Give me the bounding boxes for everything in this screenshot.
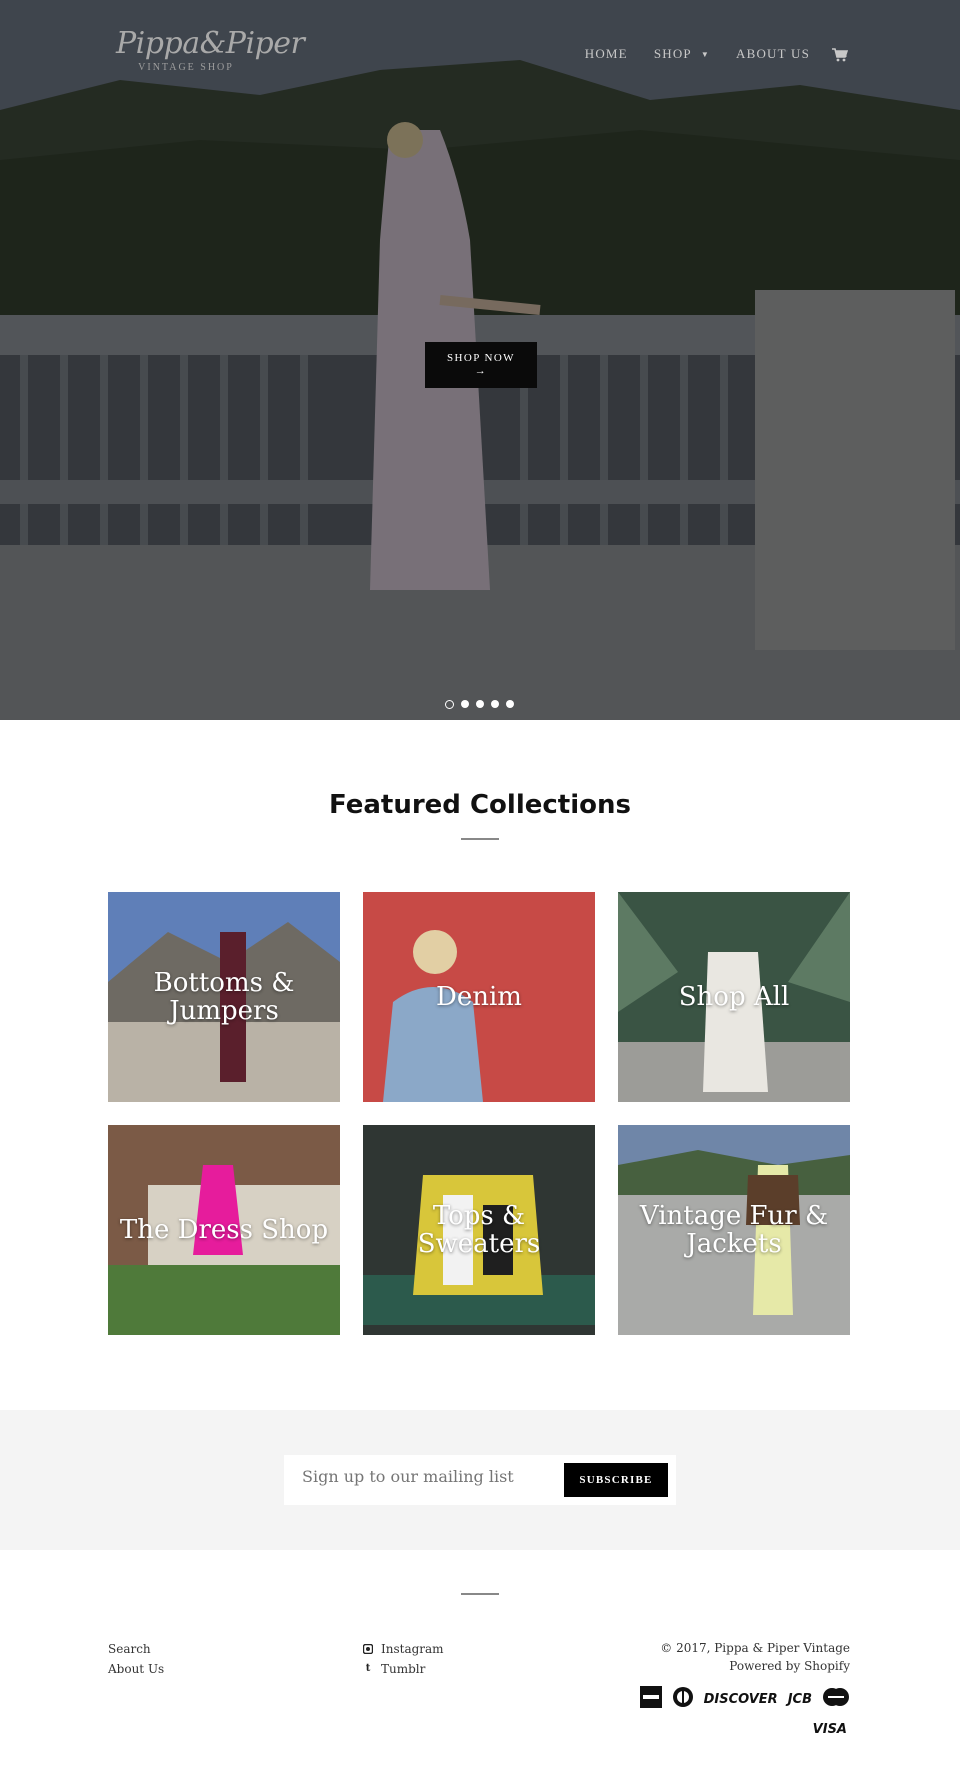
jcb-icon: JCB xyxy=(787,1691,812,1707)
caret-down-icon: ▼ xyxy=(700,49,710,59)
collection-label: Vintage Fur & Jackets xyxy=(639,1201,829,1259)
main-nav: HOME SHOP ▼ ABOUT US xyxy=(559,46,849,62)
slide-dot-2[interactable] xyxy=(461,700,469,708)
mastercard-icon xyxy=(822,1687,850,1711)
cart-icon[interactable] xyxy=(832,47,849,62)
instagram-label: Instagram xyxy=(381,1642,444,1656)
nav-home-label: HOME xyxy=(584,46,628,61)
amex-icon xyxy=(639,1686,662,1712)
footer-link-search[interactable]: Search xyxy=(108,1639,164,1659)
logo-wordmark: Pippa&Piper xyxy=(116,26,305,61)
logo-tagline: VINTAGE SHOP xyxy=(138,62,234,73)
collection-label: The Dress Shop xyxy=(119,1215,329,1245)
footer-link-about-us[interactable]: About Us xyxy=(108,1659,164,1679)
collection-label: Tops & Sweaters xyxy=(417,1201,541,1259)
nav-shop-label: SHOP xyxy=(653,46,692,61)
subscribe-button[interactable]: SUBSCRIBE xyxy=(564,1463,668,1497)
copyright-text: © 2017, Pippa & Piper Vintage xyxy=(660,1641,850,1655)
diners-club-icon xyxy=(672,1686,694,1712)
collection-label: Shop All xyxy=(678,982,790,1012)
powered-by-link[interactable]: Powered by Shopify xyxy=(660,1657,850,1675)
collection-bottoms-jumpers[interactable]: Bottoms & Jumpers xyxy=(108,892,340,1102)
site-logo[interactable]: Pippa&Piper VINTAGE SHOP xyxy=(116,26,305,73)
footer-divider xyxy=(461,1593,499,1595)
hero-banner: Pippa&Piper VINTAGE SHOP HOME SHOP ▼ ABOU… xyxy=(0,0,960,720)
instagram-icon xyxy=(362,1643,374,1655)
social-instagram[interactable]: Instagram xyxy=(362,1639,444,1659)
collection-label: Bottoms & Jumpers xyxy=(153,968,295,1026)
nav-about-us[interactable]: ABOUT US xyxy=(736,46,810,62)
collection-tops-sweaters[interactable]: Tops & Sweaters xyxy=(363,1125,595,1335)
collection-dress-shop[interactable]: The Dress Shop xyxy=(108,1125,340,1335)
social-tumblr[interactable]: t Tumblr xyxy=(363,1659,444,1679)
collection-denim[interactable]: Denim xyxy=(363,892,595,1102)
nav-about-label: ABOUT US xyxy=(735,46,810,61)
discover-icon: DISCOVER xyxy=(703,1691,778,1707)
section-divider xyxy=(461,838,499,840)
slide-dot-1[interactable] xyxy=(445,700,454,709)
tumblr-label: Tumblr xyxy=(381,1662,426,1676)
social-links: Instagram t Tumblr xyxy=(362,1639,444,1679)
collection-fur-jackets[interactable]: Vintage Fur & Jackets xyxy=(618,1125,850,1335)
nav-shop[interactable]: SHOP ▼ xyxy=(654,46,710,62)
nav-home[interactable]: HOME xyxy=(585,46,628,62)
email-field[interactable] xyxy=(302,1467,542,1486)
payment-icons: DISCOVER JCB xyxy=(639,1686,850,1712)
collection-shop-all[interactable]: Shop All xyxy=(618,892,850,1102)
featured-collections-title: Featured Collections xyxy=(329,790,631,820)
visa-icon: VISA xyxy=(812,1722,847,1737)
slide-dot-5[interactable] xyxy=(506,700,514,708)
tumblr-icon: t xyxy=(365,1663,371,1674)
copyright-block: © 2017, Pippa & Piper Vintage Powered by… xyxy=(660,1639,850,1675)
footer-links: Search About Us xyxy=(108,1639,164,1679)
shop-now-label: SHOP NOW xyxy=(447,352,515,364)
slideshow-dots xyxy=(445,700,514,709)
newsletter-form: SUBSCRIBE xyxy=(284,1455,676,1505)
shop-now-button[interactable]: SHOP NOW → xyxy=(425,342,537,388)
slide-dot-3[interactable] xyxy=(476,700,484,708)
arrow-right-icon: → xyxy=(474,365,488,377)
slide-dot-4[interactable] xyxy=(491,700,499,708)
collection-label: Denim xyxy=(436,982,522,1012)
